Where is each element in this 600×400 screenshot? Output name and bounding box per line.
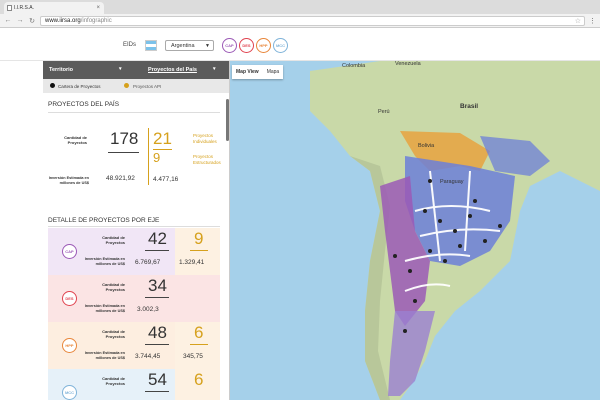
legend-cartera: Cartera de Proyectos [58,84,101,89]
close-tab-icon[interactable]: × [96,2,100,14]
map-label-venezuela: Venezuela [395,61,421,67]
eje-des-icon: DES [62,291,77,306]
estructurados-value: 9 [153,150,161,165]
map-label-bolivia: Bolivia [418,143,435,149]
mapa-tab[interactable]: Mapa [263,65,284,79]
cantidad-label: Cantidad de Proyectos [64,135,87,145]
underline [145,344,169,345]
tab-proyectos-del-pais[interactable]: Proyectos del País [148,67,197,73]
eje-inversion-label: Inversión Estimada en millones de US$ [84,257,125,266]
map-label-colombia: Colombia [342,63,366,69]
chevron-down-icon[interactable]: ▾ [119,66,122,72]
sidebar-panel: Territorio ▾ Proyectos del País ▾ Carter… [43,61,230,400]
eje-badge-label: DES [242,43,251,48]
address-bar[interactable]: www.iirsa.org/infographic ☆ [40,15,585,26]
eje-api: 6 [194,370,204,389]
eje-cap-icon: CAP [62,244,77,259]
eje-badge-des[interactable]: DES [239,38,254,53]
browser-menu-icon[interactable]: ⋮ [589,17,596,25]
map-type-control: Map View Mapa [232,65,284,79]
api-divider [148,128,149,185]
detalle-title: DETALLE DE PROYECTOS POR EJE [48,217,160,224]
bookmark-star-icon[interactable]: ☆ [575,17,581,26]
eje-mcc-icon: MCC [62,385,77,400]
url-domain: www.iirsa.org [45,17,81,24]
eje-inversion: 3.002,3 [137,306,159,313]
forward-icon[interactable]: → [16,17,24,24]
eje-cantidad-label: Cantidad de Proyectos [102,329,125,339]
browser-tab-strip: I.I.R.S.A. × [0,0,600,14]
eje-row-des[interactable]: DES Cantidad de Proyectos 34 Inversión E… [48,275,220,322]
eje-badge-label: MCC [275,43,286,48]
eje-inversion: 6.769,67 [135,259,161,266]
eje-api: 6 [194,323,204,342]
page-icon [7,5,12,11]
eje-cantidad-label: Cantidad de Proyectos [102,282,125,292]
eje-row-cap[interactable]: CAP Cantidad de Proyectos 42 9 Inversión… [48,228,220,275]
eje-cantidad-label: Cantidad de Proyectos [102,376,125,386]
eje-cantidad: 48 [148,323,167,342]
eje-inversion-label: Inversión Estimada en millones de US$ [84,304,125,313]
map-label-paraguay: Paraguay [440,179,464,185]
sidebar-scrollbar[interactable] [226,99,229,141]
underline [145,391,169,392]
inversion-api-value: 4.477,16 [153,176,179,183]
eje-api: 9 [194,229,204,248]
underline [145,250,169,251]
divider [48,112,220,113]
map-label-peru: Perú [378,109,390,115]
url-path: /infographic [80,17,112,24]
legend-api: Proyectos API [133,84,162,89]
eje-cantidad: 54 [148,370,167,389]
browser-tab[interactable]: I.I.R.S.A. × [4,2,104,14]
filter-bar: EIDs Argentina ▼ CAP DES HPP MCC [0,29,600,61]
individuales-label: Proyectos Individuales [193,133,217,144]
divider [48,226,220,227]
eje-row-hpp[interactable]: HPP Cantidad de Proyectos 48 6 Inversión… [48,322,220,369]
eje-row-mcc[interactable]: MCC Cantidad de Proyectos 54 6 [48,369,220,400]
eids-label: EIDs [123,42,137,48]
eje-badge-label: CAP [225,43,234,48]
back-icon[interactable]: ← [4,17,12,24]
underline [190,344,208,345]
api-dot-icon [124,83,129,88]
inversion-label: Inversión Estimada en millones de US$ [48,176,89,185]
eje-cantidad: 34 [148,276,167,295]
eje-inversion-api: 345,75 [183,353,203,360]
eje-inversion-label: Inversión Estimada en millones de US$ [84,351,125,360]
eje-inversion-api: 1.329,41 [179,259,205,266]
sidebar-header: Territorio ▾ Proyectos del País ▾ [43,61,229,79]
estructurados-label: Proyectos Estructurados [193,154,221,165]
underline [108,152,139,153]
individuales-value: 21 [153,129,172,148]
proyectos-title: PROYECTOS DEL PAÍS [48,101,120,108]
map-canvas [310,61,600,400]
cantidad-value: 178 [110,129,139,148]
cartera-dot-icon [50,83,55,88]
underline [190,250,208,251]
map-view-tab[interactable]: Map View [232,65,263,79]
tab-territorio[interactable]: Territorio [49,67,73,73]
map-view[interactable]: Map View Mapa Brasil Bolivia Paraguay Pe… [230,61,600,400]
country-value: Argentina [171,43,195,49]
country-select[interactable]: Argentina ▼ [165,40,214,51]
map-label-brazil: Brasil [460,103,479,110]
tab-title: I.I.R.S.A. [14,5,35,11]
project-legend: Cartera de Proyectos Proyectos API [43,79,229,93]
eje-cantidad: 42 [148,229,167,248]
browser-toolbar: ← → ↻ www.iirsa.org/infographic ☆ ⋮ [0,14,600,28]
inversion-value: 48.921,92 [106,175,135,182]
eje-badge-mcc[interactable]: MCC [273,38,288,53]
eje-hpp-icon: HPP [62,338,77,353]
country-flag-icon [145,40,157,51]
eje-badge-cap[interactable]: CAP [222,38,237,53]
eje-badge-label: HPP [259,43,268,48]
eje-badge-hpp[interactable]: HPP [256,38,271,53]
eje-cantidad-label: Cantidad de Proyectos [102,235,125,245]
chevron-down-icon: ▼ [205,43,210,49]
chevron-down-icon[interactable]: ▾ [213,66,216,72]
eje-inversion: 3.744,45 [135,353,161,360]
reload-icon[interactable]: ↻ [28,17,36,25]
underline [145,297,169,298]
